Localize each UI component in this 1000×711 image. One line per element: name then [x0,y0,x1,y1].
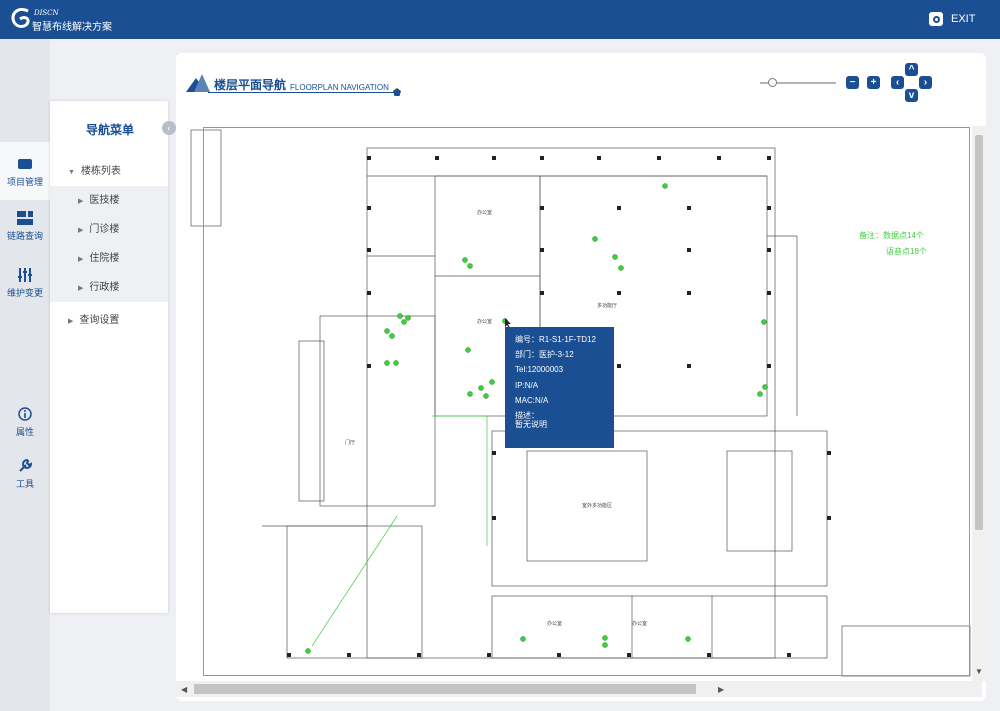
tooltip-id: 编号：R1-S1-1F-TD12 [515,335,596,344]
nav-query-settings[interactable]: ▶ 查询设置 [50,306,168,335]
pan-up-button[interactable]: ^ [905,63,918,76]
sliders-icon [18,268,32,282]
rail-label: 维护变更 [6,288,43,298]
logo-text-cn: 智慧布线解决方案 [32,22,112,33]
logo-icon [11,7,30,28]
info-icon [18,407,32,421]
point-tooltip: 编号：R1-S1-1F-TD12 部门：医护-3-12 Tel:12000003… [505,327,614,448]
zoom-in-button[interactable]: + [867,76,880,89]
rail-label: 属性 [15,427,34,437]
panel-title-cn: 楼层平面导航 [214,78,287,92]
pan-down-button[interactable]: v [905,89,918,102]
building-icon [186,74,210,92]
legend-voice-points: 语音点18个 [886,247,927,256]
wrench-icon [18,458,32,472]
tooltip-desc-label: 描述： [515,410,539,420]
scroll-right-icon[interactable]: ▶ [718,685,724,694]
pan-right-button[interactable]: › [919,76,932,89]
rail-item-maintain[interactable]: 维护变更 [0,268,50,308]
panel-title-en: FLOORPLAN NAVIGATION [290,83,389,92]
scroll-left-icon[interactable]: ◀ [181,685,187,694]
caret-right-icon: ▶ [78,198,84,205]
layout-icon [17,211,33,225]
pentagon-icon [393,88,401,96]
caret-right-icon: ▶ [68,318,74,325]
rail-item-project[interactable]: 项目管理 [0,142,50,200]
tooltip-dept: 部门：医护-3-12 [515,350,574,360]
nav-item-label: 行政楼 [89,282,120,293]
logo-text-en: DISCN [34,9,59,17]
rail-item-attributes[interactable]: 属性 [0,407,50,447]
rail-label: 链路查询 [6,231,43,241]
nav-group-buildings[interactable]: ▼ 楼栋列表 [50,157,168,186]
zoom-slider-handle[interactable] [768,78,777,87]
caret-right-icon: ▶ [78,227,84,234]
caret-down-icon: ▼ [68,169,75,176]
nav-item-building-1[interactable]: ▶ 医技楼 [50,186,168,215]
monitor-icon [18,159,32,169]
exit-label: EXIT [951,13,976,25]
rail-label: 项目管理 [6,177,43,187]
left-rail: 项目管理 链路查询 维护变更 属性 工具 [0,39,50,711]
zoom-out-button[interactable]: − [846,76,859,89]
exit-button[interactable]: EXIT [929,12,975,26]
tooltip-tel: Tel:12000003 [515,365,564,375]
rail-label: 工具 [15,479,34,489]
nav-group-label: 楼栋列表 [80,166,121,177]
caret-right-icon: ▶ [78,256,84,263]
legend-data-points: 备注：数据点14个 [859,231,924,240]
caret-right-icon: ▶ [78,285,84,292]
title-underline [208,92,398,93]
collapse-button[interactable]: ‹ [162,121,176,135]
rail-item-tools[interactable]: 工具 [0,458,50,498]
nav-menu: 导航菜单 ‹ ▼ 楼栋列表 ▶ 医技楼 ▶ 门诊楼 ▶ 住院楼 ▶ 行政楼 ▶ 查询设置 [50,101,176,613]
pan-left-button[interactable]: ‹ [891,76,904,89]
nav-item-building-4[interactable]: ▶ 行政楼 [50,273,168,302]
exit-icon [929,12,943,26]
nav-item-label: 门诊楼 [89,224,120,235]
nav-query-label: 查询设置 [79,315,120,326]
scroll-down-icon[interactable]: ▼ [975,667,983,676]
tooltip-mac: MAC:N/A [515,395,549,405]
rail-item-link[interactable]: 链路查询 [0,211,50,251]
top-bar: DISCN 智慧布线解决方案 EXIT [0,0,1000,39]
nav-item-label: 医技楼 [89,195,120,206]
panel-title: 楼层平面导航 FLOORPLAN NAVIGATION [214,76,389,93]
vertical-scroll-thumb[interactable] [975,135,983,530]
horizontal-scroll-thumb[interactable] [194,684,696,694]
nav-menu-title: 导航菜单 [86,123,135,137]
tooltip-desc-value: 暂无说明 [515,420,547,430]
nav-item-label: 住院楼 [89,253,120,264]
tooltip-ip: IP:N/A [515,380,539,390]
nav-item-building-2[interactable]: ▶ 门诊楼 [50,215,168,244]
nav-item-building-3[interactable]: ▶ 住院楼 [50,244,168,273]
